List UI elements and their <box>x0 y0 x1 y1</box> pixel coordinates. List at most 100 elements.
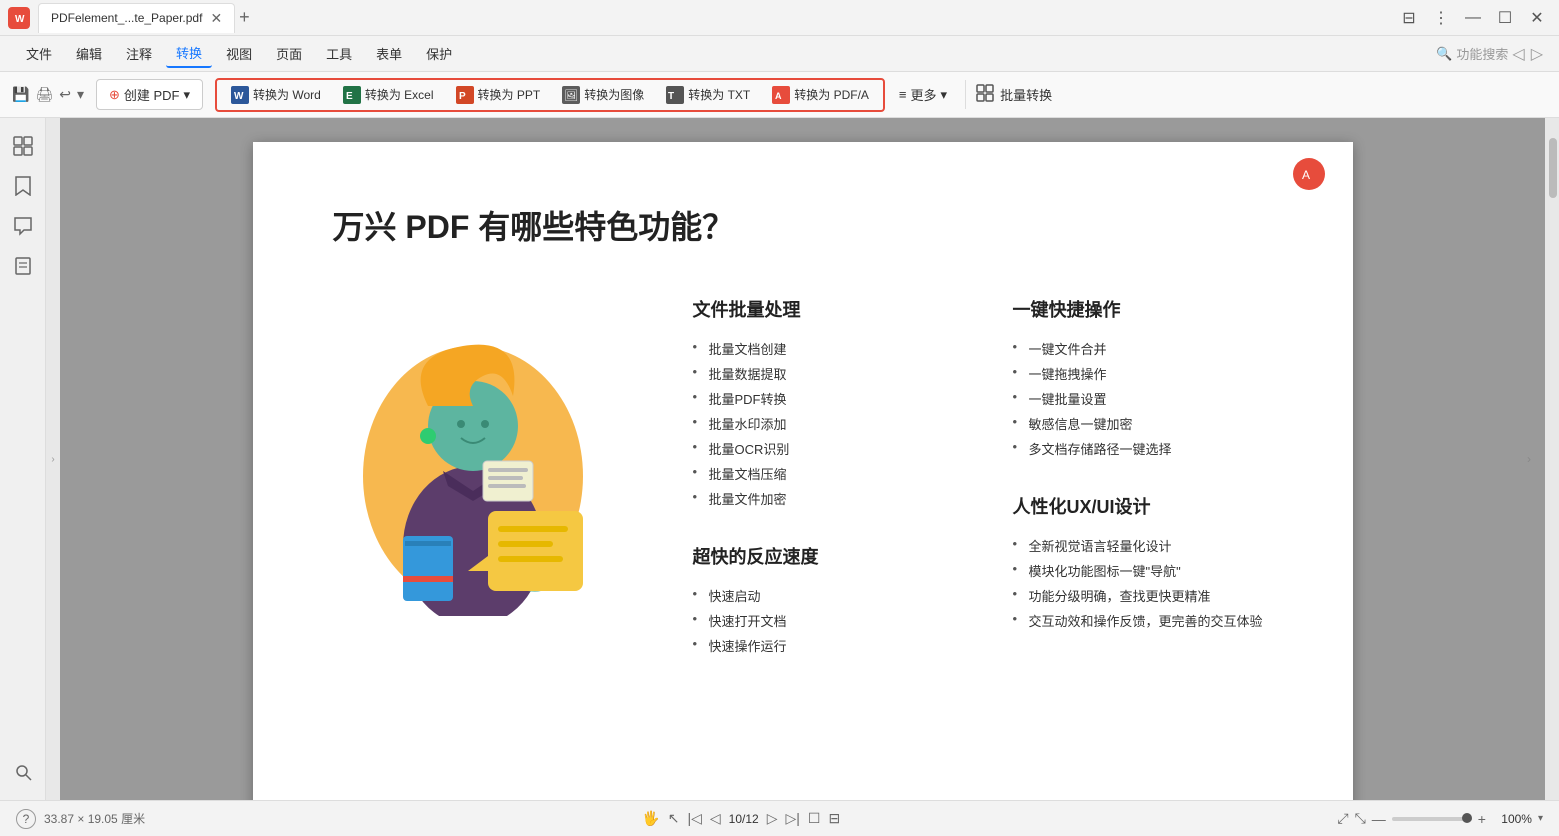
svg-text:T: T <box>668 91 674 102</box>
section-speed: 超快的反应速度 快速启动 快速打开文档 快速操作运行 <box>693 543 953 658</box>
left-collapse-button[interactable]: › <box>46 118 60 800</box>
list-item: 批量文档压缩 <box>693 461 953 486</box>
window-close-button[interactable]: ✕ <box>1523 8 1551 28</box>
window-minimize-button[interactable]: ⊟ <box>1395 8 1423 28</box>
toolbar-print-icon[interactable]: 🖨 <box>35 86 53 103</box>
list-item: 一键批量设置 <box>1013 386 1273 411</box>
list-item: 敏感信息一键加密 <box>1013 411 1273 436</box>
convert-to-ppt-button[interactable]: P 转换为 PPT <box>446 82 551 108</box>
more-lines-icon: ≡ <box>899 87 907 102</box>
batch-icon <box>976 84 994 105</box>
menu-form[interactable]: 表单 <box>366 40 412 67</box>
list-item: 快速打开文档 <box>693 608 953 633</box>
excel-icon: E <box>343 86 361 104</box>
left-sidebar <box>0 118 46 800</box>
more-button[interactable]: ≡ 更多 ▾ <box>889 81 957 108</box>
section-ux-list: 全新视觉语言轻量化设计 模块化功能图标一键"导航" 功能分级明确，查找更快更精准… <box>1013 533 1273 633</box>
menu-view[interactable]: 视图 <box>216 40 262 67</box>
svg-text:🖼: 🖼 <box>564 89 578 102</box>
toolbar-undo-icon[interactable]: ↩ <box>59 86 71 103</box>
section-batch-title: 文件批量处理 <box>693 296 953 322</box>
create-pdf-button[interactable]: ⊕ 创建 PDF ▾ <box>96 79 203 110</box>
menu-convert[interactable]: 转换 <box>166 39 212 68</box>
menubar: 文件 编辑 注释 转换 视图 页面 工具 表单 保护 🔍 功能搜索 ◁ ▷ <box>0 36 1559 72</box>
function-search[interactable]: 🔍 功能搜索 <box>1436 44 1508 63</box>
sidebar-search-icon[interactable] <box>7 756 39 788</box>
tab-close-button[interactable]: ✕ <box>210 10 222 27</box>
fit-width-icon[interactable]: ⤡ <box>1355 810 1366 827</box>
tab-label: PDFelement_...te_Paper.pdf <box>51 11 202 25</box>
window-settings-icon[interactable]: ⋮ <box>1427 8 1455 28</box>
pdf-viewer[interactable]: A 万兴 PDF 有哪些特色功能？ <box>60 118 1545 800</box>
convert-to-image-button[interactable]: 🖼 转换为图像 <box>552 82 654 108</box>
convert-to-txt-button[interactable]: T 转换为 TXT <box>656 82 760 108</box>
zoom-dropdown-icon[interactable]: ▾ <box>1538 813 1543 824</box>
pdf-page: A 万兴 PDF 有哪些特色功能？ <box>253 142 1353 800</box>
new-tab-button[interactable]: + <box>239 7 250 28</box>
zoom-in-button[interactable]: + <box>1478 811 1486 827</box>
window-restore-button[interactable]: — <box>1459 8 1487 28</box>
zoom-slider[interactable] <box>1392 817 1472 821</box>
nav-back-button[interactable]: ◁ <box>1512 44 1524 64</box>
pdf-float-button[interactable]: A <box>1293 158 1325 190</box>
fit-page-icon[interactable]: ⤢ <box>1337 810 1348 827</box>
sidebar-bookmarks-icon[interactable] <box>7 170 39 202</box>
list-item: 交互动效和操作反馈，更完善的交互体验 <box>1013 608 1273 633</box>
window-maximize-button[interactable]: ☐ <box>1491 8 1519 28</box>
page-last-button[interactable]: ▷| <box>785 810 799 827</box>
zoom-slider-thumb[interactable] <box>1462 813 1472 823</box>
convert-excel-label: 转换为 Excel <box>365 86 434 103</box>
scrollbar-thumb[interactable] <box>1549 138 1557 198</box>
status-dimensions: 33.87 × 19.05 厘米 <box>44 810 145 827</box>
menu-protect[interactable]: 保护 <box>416 40 462 67</box>
status-help-icon[interactable]: ? <box>16 809 36 829</box>
pdf-columns: 文件批量处理 批量文档创建 批量数据提取 批量PDF转换 批量水印添加 批量OC… <box>693 296 1273 690</box>
menu-annotation[interactable]: 注释 <box>116 40 162 67</box>
main-area: › A 万兴 PDF 有哪些特色功能？ <box>0 118 1559 800</box>
word-icon: W <box>231 86 249 104</box>
list-item: 功能分级明确，查找更快更精准 <box>1013 583 1273 608</box>
convert-to-word-button[interactable]: W 转换为 Word <box>221 82 331 108</box>
section-batch-list: 批量文档创建 批量数据提取 批量PDF转换 批量水印添加 批量OCR识别 批量文… <box>693 336 953 511</box>
menu-page[interactable]: 页面 <box>266 40 312 67</box>
svg-text:P: P <box>459 91 466 102</box>
toolbar-save-icon[interactable]: 💾 <box>12 86 29 103</box>
svg-text:W: W <box>234 91 244 102</box>
page-scroll-icon[interactable]: ⊟ <box>828 810 840 827</box>
list-item: 多文档存储路径一键选择 <box>1013 436 1273 461</box>
list-item: 快速启动 <box>693 583 953 608</box>
pdf-title: 万兴 PDF 有哪些特色功能？ <box>333 202 1273 248</box>
zoom-level[interactable]: 100% <box>1492 812 1532 826</box>
page-next-button[interactable]: ▷ <box>767 810 778 827</box>
convert-to-excel-button[interactable]: E 转换为 Excel <box>333 82 444 108</box>
menu-file[interactable]: 文件 <box>16 40 62 67</box>
convert-to-pdfa-button[interactable]: A 转换为 PDF/A <box>762 82 879 108</box>
sidebar-comments-icon[interactable] <box>7 210 39 242</box>
tab-active[interactable]: PDFelement_...te_Paper.pdf ✕ <box>38 3 235 33</box>
pdf-column-right: 一键快捷操作 一键文件合并 一键拖拽操作 一键批量设置 敏感信息一键加密 多文档… <box>1013 296 1273 690</box>
sidebar-thumbnails-icon[interactable] <box>7 130 39 162</box>
page-view-icon[interactable]: ☐ <box>808 810 821 827</box>
page-first-button[interactable]: |◁ <box>687 810 701 827</box>
pdf-column-left: 文件批量处理 批量文档创建 批量数据提取 批量PDF转换 批量水印添加 批量OC… <box>693 296 953 690</box>
menu-edit[interactable]: 编辑 <box>66 40 112 67</box>
zoom-out-button[interactable]: — <box>1372 811 1386 827</box>
menu-tools[interactable]: 工具 <box>316 40 362 67</box>
section-onekey-title: 一键快捷操作 <box>1013 296 1273 322</box>
list-item: 批量OCR识别 <box>693 436 953 461</box>
create-pdf-label: 创建 PDF <box>124 85 180 104</box>
section-speed-list: 快速启动 快速打开文档 快速操作运行 <box>693 583 953 658</box>
page-prev-button[interactable]: ◁ <box>710 810 721 827</box>
image-icon: 🖼 <box>562 86 580 104</box>
nav-forward-button[interactable]: ▷ <box>1531 44 1543 64</box>
cursor-tool-icon[interactable]: ↖ <box>668 810 680 827</box>
hand-tool-icon[interactable]: 🖐 <box>642 810 659 827</box>
toolbar: 💾 🖨 ↩ ▾ ⊕ 创建 PDF ▾ W 转换为 Word E 转换为 Exce… <box>0 72 1559 118</box>
toolbar-dropdown-icon[interactable]: ▾ <box>77 86 84 103</box>
ppt-icon: P <box>456 86 474 104</box>
list-item: 模块化功能图标一键"导航" <box>1013 558 1273 583</box>
batch-convert-button[interactable]: 批量转换 <box>965 80 1062 109</box>
sidebar-pages-icon[interactable] <box>7 250 39 282</box>
right-panel-collapse-button[interactable]: › <box>1527 452 1531 466</box>
section-ux: 人性化UX/UI设计 全新视觉语言轻量化设计 模块化功能图标一键"导航" 功能分… <box>1013 493 1273 633</box>
